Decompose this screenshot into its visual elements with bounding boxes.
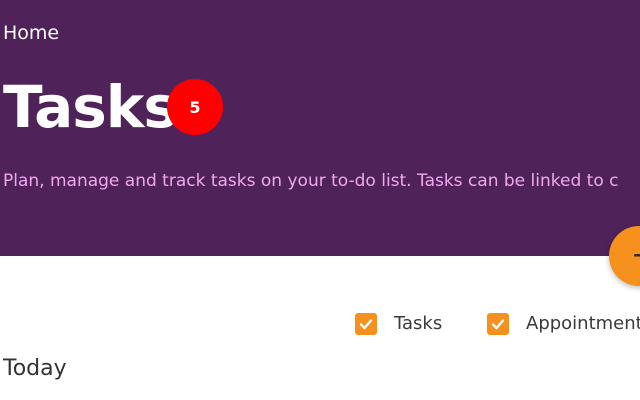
- plus-icon: +: [631, 238, 640, 273]
- page-header: Home Tasks 5 Plan, manage and track task…: [0, 0, 640, 256]
- section-heading-today: Today: [3, 356, 67, 381]
- checkbox-checked-icon[interactable]: [355, 313, 377, 335]
- page-title: Tasks: [3, 73, 178, 141]
- breadcrumb-home[interactable]: Home: [3, 21, 59, 45]
- checkbox-checked-icon[interactable]: [487, 313, 509, 335]
- filter-tasks[interactable]: Tasks: [355, 311, 442, 337]
- title-row: Tasks 5: [3, 72, 223, 142]
- task-count-badge: 5: [167, 79, 223, 135]
- filter-tasks-label: Tasks: [394, 313, 443, 334]
- page-description: Plan, manage and track tasks on your to-…: [3, 171, 619, 191]
- filter-appointments[interactable]: Appointments: [487, 311, 640, 337]
- filter-appointments-label: Appointments: [526, 313, 640, 334]
- tasks-page: Home Tasks 5 Plan, manage and track task…: [0, 0, 640, 400]
